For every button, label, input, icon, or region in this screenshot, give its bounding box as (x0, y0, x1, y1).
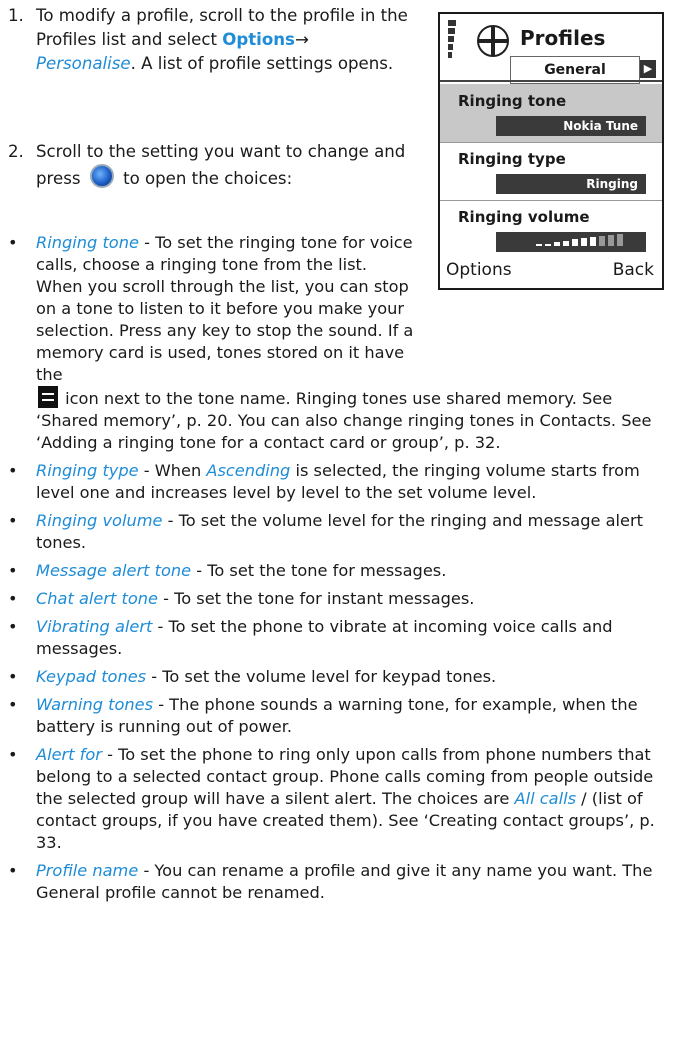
bullet-text: - To set the volume level for keypad ton… (146, 667, 497, 686)
signal-bars-icon (448, 20, 456, 70)
bullet-dot: • (8, 617, 18, 636)
memory-card-tone-icon (38, 386, 58, 408)
bullet-keypad-tones: • Keypad tones - To set the volume level… (8, 666, 664, 688)
bullet-vibrating-alert: • Vibrating alert - To set the phone to … (8, 616, 664, 660)
volume-bar-icon (496, 232, 646, 252)
bullet-term-2: All calls (514, 789, 577, 808)
bullet-dot: • (8, 461, 18, 480)
bullet-dot: • (8, 695, 18, 714)
selection-key-icon (89, 164, 114, 188)
bullet-term: Profile name (36, 861, 139, 880)
tab-arrow-icon: ▶ (640, 60, 656, 78)
bullet-alert-for: • Alert for - To set the phone to ring o… (8, 744, 664, 854)
manual-page: 1. To modify a profile, scroll to the pr… (0, 0, 674, 1062)
bullet-term: Vibrating alert (36, 617, 153, 636)
phone-screen-illustration: Profiles General ▶ Ringing tone Nokia Tu… (438, 12, 664, 290)
options-link: Options (222, 30, 295, 49)
bullet-dot: • (8, 233, 18, 252)
bullet-dot: • (8, 861, 18, 880)
bullet-ringing-volume: • Ringing volume - To set the volume lev… (8, 510, 664, 554)
setting-label: Ringing volume (458, 208, 590, 226)
bullet-ringing-type: • Ringing type - When Ascending is selec… (8, 460, 664, 504)
bullet-term: Message alert tone (36, 561, 192, 580)
bullet-profile-name: • Profile name - You can rename a profil… (8, 860, 664, 904)
setting-ringing-type: Ringing type Ringing (440, 142, 662, 201)
softkey-bar: Options Back (440, 254, 662, 288)
step-text-end: . A list of profile settings opens. (130, 54, 394, 73)
bullet-term: Chat alert tone (36, 589, 158, 608)
setting-ringing-volume: Ringing volume (440, 200, 662, 258)
tab-bar-line (440, 80, 662, 82)
step-2: 2. Scroll to the setting you want to cha… (8, 140, 428, 191)
setting-label: Ringing tone (458, 92, 567, 110)
bullet-term: Keypad tones (36, 667, 147, 686)
step-number: 2. (8, 142, 24, 161)
arrow-glyph: → (294, 30, 309, 49)
bullet-text: - To set the tone for messages. (191, 561, 447, 580)
bullet-term: Warning tones (36, 695, 154, 714)
bullet-text: - When (138, 461, 207, 480)
bullet-term-2: Ascending (206, 461, 291, 480)
bullet-term: Ringing tone (36, 233, 139, 252)
back-softkey: Back (612, 260, 654, 280)
bullet-term: Alert for (36, 745, 102, 764)
setting-ringing-tone: Ringing tone Nokia Tune (440, 84, 662, 143)
bullet-ringing-tone-cont: icon next to the tone name. Ringing tone… (8, 386, 664, 454)
bullet-chat-alert-tone: • Chat alert tone - To set the tone for … (8, 588, 664, 610)
options-softkey: Options (446, 260, 512, 280)
profiles-globe-icon (477, 25, 509, 57)
step-text-end: to open the choices: (123, 169, 293, 188)
bullet-text: - To set the ringing tone for voice call… (36, 233, 414, 384)
bullet-dot: • (8, 667, 18, 686)
bullet-dot: • (8, 589, 18, 608)
bullet-dot: • (8, 561, 18, 580)
bullet-warning-tones: • Warning tones - The phone sounds a war… (8, 694, 664, 738)
personalise-link: Personalise (36, 54, 131, 73)
setting-label: Ringing type (458, 150, 566, 168)
step-1: 1. To modify a profile, scroll to the pr… (8, 4, 428, 76)
setting-value: Nokia Tune (496, 116, 646, 136)
bullet-text: - To set the tone for instant messages. (157, 589, 475, 608)
setting-value: Ringing (496, 174, 646, 194)
bullet-ringing-tone: • Ringing tone - To set the ringing tone… (8, 232, 416, 386)
bullet-message-alert-tone: • Message alert tone - To set the tone f… (8, 560, 664, 582)
bullet-dot: • (8, 745, 18, 764)
bullet-dot: • (8, 511, 18, 530)
step-number: 1. (8, 6, 24, 25)
bullet-text-cont: icon next to the tone name. Ringing tone… (36, 389, 652, 452)
bullet-term: Ringing type (36, 461, 139, 480)
phone-title: Profiles (520, 26, 606, 50)
phone-header: Profiles General ▶ (440, 14, 662, 84)
bullet-term: Ringing volume (36, 511, 163, 530)
